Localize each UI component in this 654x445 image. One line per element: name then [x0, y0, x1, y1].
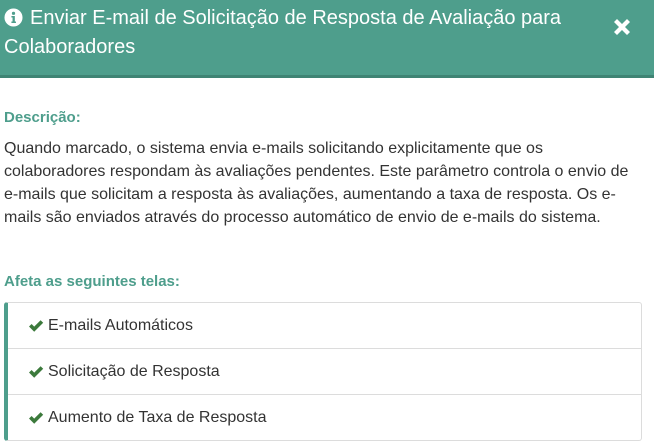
list-item-label: Solicitação de Resposta [48, 362, 220, 380]
modal-title: Enviar E-mail de Solicitação de Resposta… [4, 7, 562, 58]
description-text: Quando marcado, o sistema envia e-mails … [4, 140, 629, 226]
list-item: Solicitação de Resposta [8, 349, 641, 395]
list-item-label: E-mails Automáticos [48, 316, 193, 334]
modal-header: Enviar E-mail de Solicitação de Resposta… [0, 0, 654, 78]
affected-screens-list: E-mails Automáticos Solicitação de Respo… [4, 302, 642, 441]
close-icon [614, 19, 630, 35]
parameter-info-modal: Enviar E-mail de Solicitação de Resposta… [0, 0, 654, 445]
description-label: Descrição: [4, 109, 81, 126]
close-button[interactable] [607, 12, 637, 42]
affected-screens-label: Afeta as seguintes telas: [4, 273, 180, 290]
list-item: Aumento de Taxa de Resposta [8, 395, 641, 440]
list-item-label: Aumento de Taxa de Resposta [48, 408, 267, 426]
check-icon [29, 319, 44, 332]
check-icon [29, 365, 44, 378]
list-item: E-mails Automáticos [8, 303, 641, 349]
check-icon [29, 411, 44, 424]
